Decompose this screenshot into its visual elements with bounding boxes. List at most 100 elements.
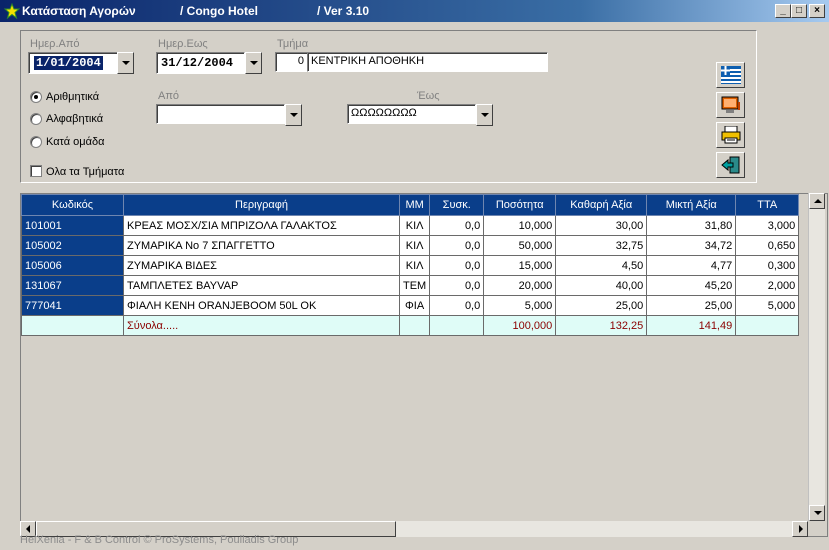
cell-quantity: 20,000 — [483, 275, 557, 296]
total-quantity: 100,000 — [483, 315, 557, 336]
scroll-right-arrow-icon[interactable] — [792, 521, 808, 537]
sort-alpha-label: Αλφαβητικά — [46, 113, 104, 125]
total-cell-code — [21, 315, 124, 336]
table-row[interactable]: 101001 ΚΡΕΑΣ ΜΟΣΧ/ΣΙΑ ΜΠΡΙΖΟΛΑ ΓΑΛΑΚΤΟΣ … — [21, 215, 800, 236]
cell-description: ΚΡΕΑΣ ΜΟΣΧ/ΣΙΑ ΜΠΡΙΖΟΛΑ ΓΑΛΑΚΤΟΣ — [123, 215, 400, 236]
scroll-down-arrow-icon[interactable] — [809, 505, 825, 521]
window-title: Κατάσταση Αγορών — [22, 4, 136, 18]
cell-unit: ΚΙΛ — [398, 235, 431, 256]
exit-button[interactable] — [716, 152, 745, 178]
cell-tta: 0,300 — [735, 255, 800, 276]
cell-tta: 5,000 — [735, 295, 800, 316]
all-departments-checkbox[interactable] — [30, 165, 42, 177]
from-field[interactable] — [156, 104, 285, 124]
cell-unit: ΦΙΑ — [398, 295, 431, 316]
cell-quantity: 5,000 — [483, 295, 557, 316]
column-header-unit[interactable]: ΜΜ — [398, 194, 431, 216]
date-to-value: 31/12/2004 — [161, 56, 234, 70]
table-row[interactable]: 105002 ΖΥΜΑΡΙΚΑ Νο 7 ΣΠΑΓΓΕΤΤΟ ΚΙΛ 0,0 5… — [21, 235, 800, 256]
cell-gross-value: 31,80 — [646, 215, 737, 236]
table-row[interactable]: 105006 ΖΥΜΑΡΙΚΑ ΒΙΔΕΣ ΚΙΛ 0,0 15,000 4,5… — [21, 255, 800, 276]
department-label: Τμήμα — [277, 38, 309, 50]
printer-icon — [721, 126, 741, 144]
cell-description: ΖΥΜΑΡΙΚΑ Νο 7 ΣΠΑΓΓΕΤΤΟ — [123, 235, 400, 256]
department-code-value: 0 — [297, 55, 304, 67]
column-header-quantity[interactable]: Ποσότητα — [483, 194, 557, 216]
to-value: ΩΩΩΩΩΩΩΩ — [351, 107, 417, 119]
cell-gross-value: 25,00 — [646, 295, 737, 316]
cell-unit: ΚΙΛ — [398, 255, 431, 276]
totals-row: Σύνολα..... 100,000 132,25 141,49 — [21, 315, 800, 336]
cell-net-value: 4,50 — [555, 255, 648, 276]
sort-group-label: Κατά ομάδα — [46, 136, 105, 148]
cell-code: 101001 — [21, 215, 124, 236]
table-header-row: Κωδικός Περιγραφή ΜΜ Συσκ. Ποσότητα Καθα… — [21, 194, 800, 216]
cell-quantity: 50,000 — [483, 235, 557, 256]
department-code-field[interactable]: 0 — [275, 52, 308, 72]
close-button[interactable]: × — [809, 4, 825, 18]
column-header-description[interactable]: Περιγραφή — [123, 194, 400, 216]
date-from-field[interactable]: 1/01/2004 — [28, 52, 118, 74]
cell-gross-value: 34,72 — [646, 235, 737, 256]
sort-alpha-radio[interactable] — [30, 113, 42, 125]
from-dropdown-button[interactable] — [285, 104, 302, 126]
greek-flag-icon — [721, 66, 741, 84]
from-label: Από — [158, 90, 180, 102]
all-departments-label: Ολα τα Τμήματα — [46, 166, 125, 178]
date-from-label: Ημερ.Από — [30, 38, 80, 50]
total-tta — [735, 315, 800, 336]
date-to-dropdown-button[interactable] — [245, 52, 262, 74]
screen-preview-button[interactable] — [716, 92, 745, 118]
cell-tta: 0,650 — [735, 235, 800, 256]
cell-code: 105006 — [21, 255, 124, 276]
department-name-field[interactable]: ΚΕΝΤΡΙΚΗ ΑΠΟΘΗΚΗ — [307, 52, 548, 72]
total-cell-unit — [398, 315, 431, 336]
minimize-button[interactable]: _ — [775, 4, 791, 18]
total-gross-value: 141,49 — [646, 315, 737, 336]
cell-quantity: 10,000 — [483, 215, 557, 236]
cell-pack: 0,0 — [429, 215, 485, 236]
cell-net-value: 40,00 — [555, 275, 648, 296]
table-row[interactable]: 777041 ΦΙΑΛΗ ΚΕΝΗ ORANJEBOOM 50L OK ΦΙΑ … — [21, 295, 800, 316]
to-dropdown-button[interactable] — [476, 104, 493, 126]
maximize-button[interactable]: □ — [791, 4, 807, 18]
monitor-icon — [721, 96, 740, 113]
department-name-value: ΚΕΝΤΡΙΚΗ ΑΠΟΘΗΚΗ — [311, 55, 425, 67]
total-cell-pack — [429, 315, 485, 336]
cell-tta: 3,000 — [735, 215, 800, 236]
column-header-code[interactable]: Κωδικός — [21, 194, 124, 216]
column-header-net-value[interactable]: Καθαρή Αξία — [555, 194, 648, 216]
cell-unit: ΚΙΛ — [398, 215, 431, 236]
cell-description: ΦΙΑΛΗ ΚΕΝΗ ORANJEBOOM 50L OK — [123, 295, 400, 316]
date-to-field[interactable]: 31/12/2004 — [156, 52, 245, 74]
hotel-name: / Congo Hotel — [180, 4, 258, 18]
column-header-pack[interactable]: Συσκ. — [429, 194, 485, 216]
sort-numeric-label: Αριθμητικά — [46, 91, 100, 103]
totals-label: Σύνολα..... — [123, 315, 400, 336]
vertical-scrollbar[interactable] — [808, 193, 825, 521]
column-header-tta[interactable]: ΤΤΑ — [735, 194, 800, 216]
cell-unit: ΤΕΜ — [398, 275, 431, 296]
language-flag-button[interactable] — [716, 62, 745, 88]
column-header-gross-value[interactable]: Μικτή Αξία — [646, 194, 737, 216]
cell-net-value: 25,00 — [555, 295, 648, 316]
scroll-up-arrow-icon[interactable] — [809, 193, 825, 209]
cell-description: ΖΥΜΑΡΙΚΑ ΒΙΔΕΣ — [123, 255, 400, 276]
print-button[interactable] — [716, 122, 745, 148]
table-row[interactable]: 131067 ΤΑΜΠΛΕΤΕΣ ΒΑΥVAP ΤΕΜ 0,0 20,000 4… — [21, 275, 800, 296]
cell-pack: 0,0 — [429, 255, 485, 276]
sort-numeric-radio[interactable] — [30, 91, 42, 103]
date-from-value: 1/01/2004 — [34, 56, 103, 70]
footer-copyright: HelXenia - F & B Control © ProSystems, P… — [20, 534, 299, 546]
cell-code: 777041 — [21, 295, 124, 316]
to-field[interactable]: ΩΩΩΩΩΩΩΩ — [347, 104, 476, 124]
sort-group-radio[interactable] — [30, 136, 42, 148]
version-label: / Ver 3.10 — [317, 4, 370, 18]
cell-gross-value: 45,20 — [646, 275, 737, 296]
cell-net-value: 30,00 — [555, 215, 648, 236]
date-to-label: Ημερ.Εως — [158, 38, 208, 50]
purchases-grid[interactable]: Κωδικός Περιγραφή ΜΜ Συσκ. Ποσότητα Καθα… — [20, 193, 828, 537]
date-from-dropdown-button[interactable] — [117, 52, 134, 74]
app-star-icon — [4, 3, 20, 19]
cell-quantity: 15,000 — [483, 255, 557, 276]
